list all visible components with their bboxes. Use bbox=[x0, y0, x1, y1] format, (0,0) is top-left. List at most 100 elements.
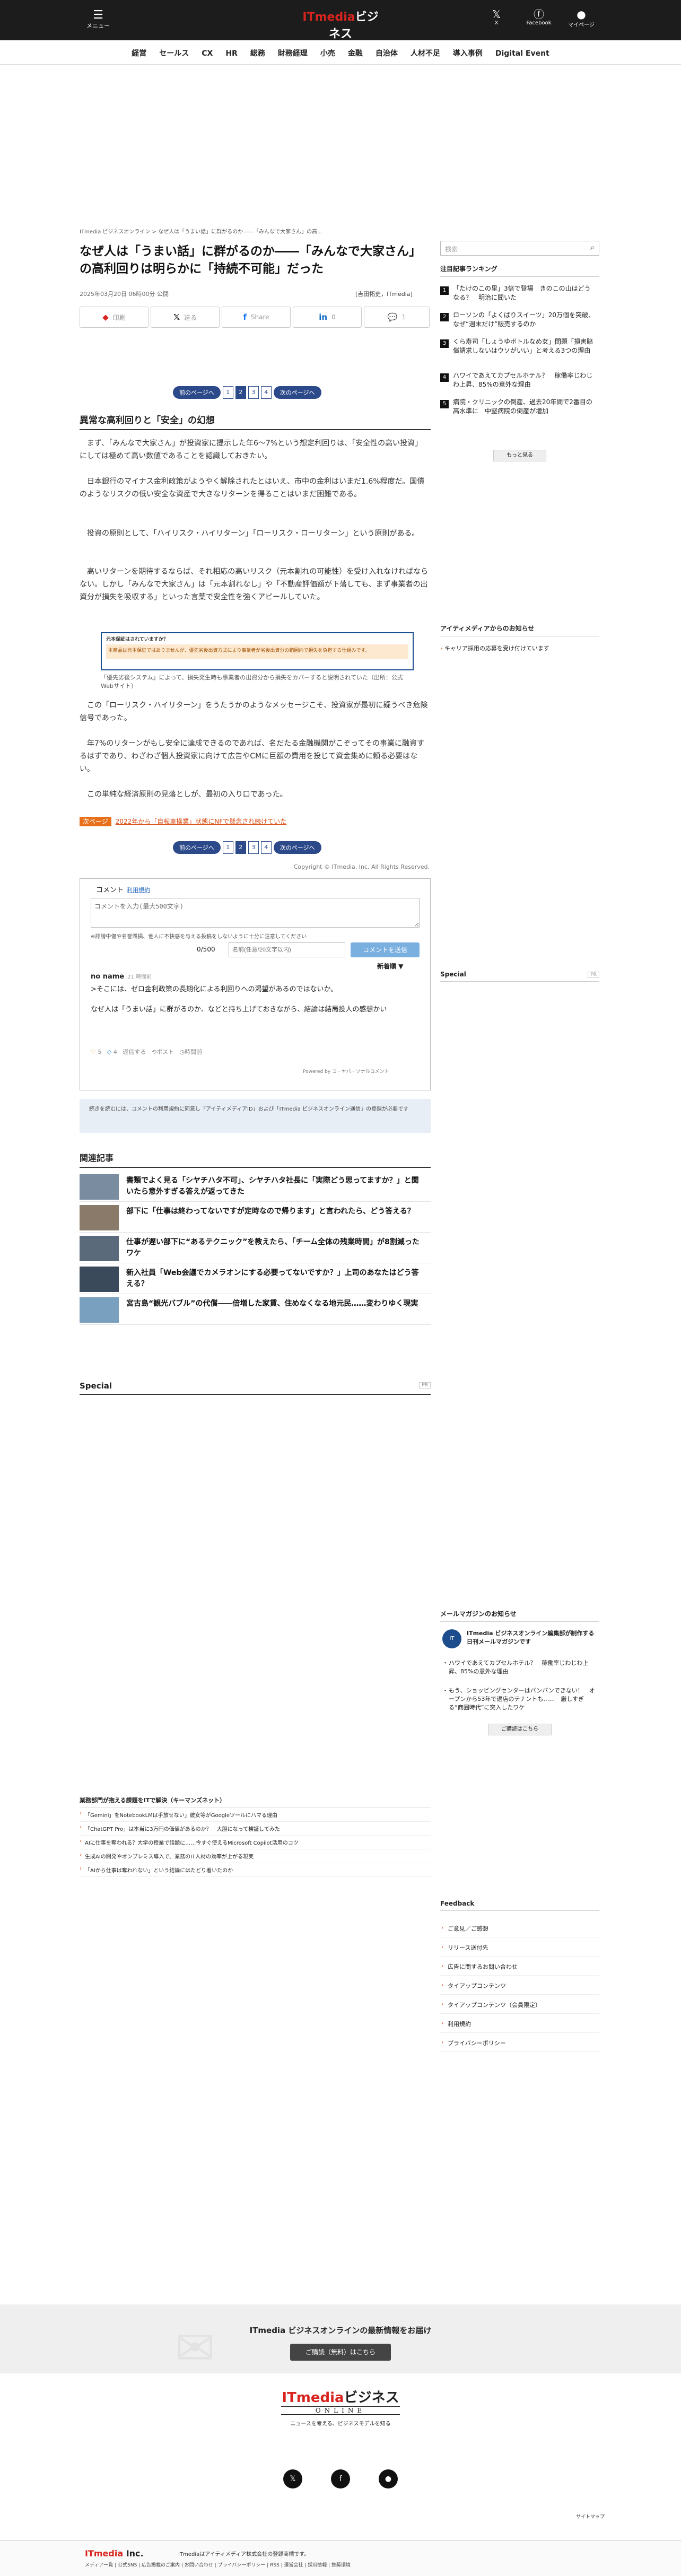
page-link[interactable]: 3 bbox=[248, 386, 259, 399]
feedback-link[interactable]: プライバシーポリシー bbox=[440, 2034, 599, 2052]
page-link-current[interactable]: 2 bbox=[235, 386, 246, 399]
paragraph: この単純な経済原則の見落としが、最初の入り口であった。 bbox=[87, 790, 287, 799]
nav-item[interactable]: HR bbox=[219, 42, 244, 65]
feedback-link[interactable]: ご意見／ご感想 bbox=[440, 1920, 599, 1937]
nav-item[interactable]: 小売 bbox=[314, 40, 342, 66]
facebook-link[interactable]: ⓕ Facebook bbox=[524, 8, 554, 26]
facebook-icon: ⓕ bbox=[534, 8, 544, 21]
x-link[interactable]: 𝕏 X bbox=[482, 8, 511, 26]
page-link[interactable]: 1 bbox=[222, 841, 233, 854]
mypage-link[interactable]: ● マイページ bbox=[566, 8, 596, 28]
next-page-button[interactable]: 次のページへ bbox=[273, 386, 321, 399]
related-title[interactable]: 仕事が遅い部下に“あるテクニック”を教えたら、「チーム全体の残業時間」が8割減っ… bbox=[126, 1237, 423, 1259]
prev-page-button[interactable]: 前のページへ bbox=[173, 841, 221, 854]
page-link[interactable]: 4 bbox=[260, 386, 272, 399]
newsletter-button[interactable]: ご購読（無料）はこちら bbox=[290, 2344, 391, 2361]
keymans-link[interactable]: 「Gemini」をNotebookLMは手放せない」彼女等がGoogleツールに… bbox=[80, 1808, 431, 1822]
sort-select[interactable]: 新着順 ▼ bbox=[377, 962, 403, 971]
related-title[interactable]: 宮古島“観光バブル”の代償――倍増した家賃、住めなくなる地元民……変わりゆく現実 bbox=[126, 1298, 423, 1309]
related-title[interactable]: 部下に「仕事は終わってないですが定時なので帰ります」と言われたら、どう答える？ bbox=[126, 1206, 423, 1217]
feedback-link[interactable]: タイアップコンテンツ（会員限定） bbox=[440, 1996, 599, 2014]
corp-links[interactable]: メディア一覧 | 公式SNS | 広告掲載のご案内 | お問い合わせ | プライ… bbox=[85, 2561, 351, 2568]
share-facebook-button[interactable]: f Share bbox=[222, 307, 291, 328]
terms-link[interactable]: 利用規約 bbox=[127, 887, 150, 894]
feedback-link[interactable]: 広告に関するお問い合わせ bbox=[440, 1958, 599, 1976]
nav-item[interactable]: CX bbox=[195, 42, 219, 65]
breadcrumb[interactable]: ITmedia ビジネスオンライン > なぜ人は「うまい話」に群がるのか――「み… bbox=[80, 227, 322, 235]
page-link-current[interactable]: 2 bbox=[235, 841, 246, 854]
ranking-item[interactable]: 2 ローソンの「よくばりスイーツ」20万個を突破、なぜ“週末だけ”販売するのか bbox=[440, 311, 599, 332]
related-title[interactable]: 書類でよく見る「シヤチハタ不可」、シヤチハタ社長に「実際どう思ってますか？」と聞… bbox=[126, 1175, 423, 1198]
mailmag-item[interactable]: もう、ショッピングセンターはバンバンできない！ オープンから53年で退店のテナン… bbox=[442, 1687, 597, 1712]
nav-item[interactable]: Digital Event bbox=[489, 42, 556, 65]
rank-title[interactable]: くら寿司「しょうゆボトルなめ女」問題「損害賠償請求しないはウソがいい」と考える3… bbox=[453, 337, 596, 355]
feedback-heading: Feedback bbox=[440, 1900, 599, 1911]
keymans-link[interactable]: 「ChatGPT Pro」は本当に3万円の価値があるのか？ 大胆になって検証して… bbox=[80, 1822, 431, 1836]
nav-item[interactable]: 財務経理 bbox=[272, 40, 314, 66]
page-link[interactable]: 3 bbox=[248, 841, 259, 854]
nav-item[interactable]: 人材不足 bbox=[404, 40, 447, 66]
rank-number: 3 bbox=[440, 339, 449, 348]
corp-logo[interactable]: ITmedia Inc. bbox=[85, 2548, 144, 2558]
ranking-item[interactable]: 1 「たけのこの里」3倍で登場 きのこの山はどうなる？ 明治に聞いた bbox=[440, 284, 599, 305]
related-item[interactable]: 新入社員「Web会議でカメラオンにする必要ってないですか？」上司のあなたはどう答… bbox=[80, 1264, 431, 1294]
share-comment-button[interactable]: 💬 1 bbox=[364, 307, 430, 328]
next-page-link[interactable]: 2022年から「自転車操業」状態にNFで懸念され続けていた bbox=[116, 818, 286, 825]
nav-item[interactable]: 自治体 bbox=[369, 40, 404, 66]
menu-button[interactable]: ☰ メニュー bbox=[85, 10, 111, 30]
feedback-link[interactable]: タイアップコンテンツ bbox=[440, 1977, 599, 1995]
related-item[interactable]: 仕事が遅い部下に“あるテクニック”を教えたら、「チーム全体の残業時間」が8割減っ… bbox=[80, 1234, 431, 1263]
feedback-link[interactable]: リリース送付先 bbox=[440, 1939, 599, 1957]
related-item[interactable]: 宮古島“観光バブル”の代償――倍増した家賃、住めなくなる地元民……変わりゆく現実 bbox=[80, 1295, 431, 1325]
like-icon[interactable]: ♡ bbox=[91, 1049, 96, 1055]
feedback-link[interactable]: 利用規約 bbox=[440, 2015, 599, 2033]
sitemap-link[interactable]: サイトマップ bbox=[576, 2513, 605, 2520]
thread-link[interactable]: 時間前 bbox=[185, 1049, 202, 1055]
nav-item[interactable]: 総務 bbox=[244, 40, 272, 66]
nav-item[interactable]: セールス bbox=[153, 40, 195, 66]
post-button[interactable]: ポスト bbox=[156, 1049, 174, 1055]
facebook-label: Facebook bbox=[526, 20, 552, 26]
keymans-link[interactable]: 生成AIの開発やオンプレミス導入で、業務のIT人材の効率が上がる現実 bbox=[80, 1849, 431, 1863]
notice-link[interactable]: キャリア採用の応募を受け付けています bbox=[440, 644, 599, 652]
rank-title[interactable]: ローソンの「よくばりスイーツ」20万個を突破、なぜ“週末だけ”販売するのか bbox=[453, 311, 596, 329]
user-icon[interactable]: ● bbox=[379, 2469, 398, 2488]
ranking-item[interactable]: 4 ハワイであえてカプセルホテル？ 稼働率じわじわ上昇、85%の意外な理由 bbox=[440, 371, 599, 392]
related-item[interactable]: 部下に「仕事は終わってないですが定時なので帰ります」と言われたら、どう答える？ bbox=[80, 1203, 431, 1233]
page-link[interactable]: 1 bbox=[222, 386, 233, 399]
related-title[interactable]: 新入社員「Web会議でカメラオンにする必要ってないですか？」上司のあなたはどう答… bbox=[126, 1268, 423, 1290]
ranking-item[interactable]: 3 くら寿司「しょうゆボトルなめ女」問題「損害賠償請求しないはウソがいい」と考える… bbox=[440, 337, 599, 359]
byline[interactable]: [吉田拓史，ITmedia] bbox=[355, 290, 413, 298]
related-item[interactable]: 書類でよく見る「シヤチハタ不可」、シヤチハタ社長に「実際どう思ってますか？」と聞… bbox=[80, 1172, 431, 1202]
rank-title[interactable]: ハワイであえてカプセルホテル？ 稼働率じわじわ上昇、85%の意外な理由 bbox=[453, 371, 596, 389]
search-icon[interactable]: ⌕ bbox=[590, 243, 595, 252]
comment-input[interactable] bbox=[91, 898, 420, 928]
reply-button[interactable]: 返信する bbox=[123, 1049, 146, 1055]
nav-item[interactable]: 導入事例 bbox=[447, 40, 489, 66]
agree-icon[interactable]: ◇ bbox=[107, 1049, 111, 1055]
page-link[interactable]: 4 bbox=[260, 841, 272, 854]
share-linkedin-button[interactable]: in 0 bbox=[293, 307, 362, 328]
footer-logo[interactable]: ITmediaビジネス ONLINE ニュースを考える、ビジネスモデルを知る bbox=[281, 2387, 400, 2427]
rank-title[interactable]: 「たけのこの里」3倍で登場 きのこの山はどうなる？ 明治に聞いた bbox=[453, 284, 596, 302]
facebook-icon[interactable]: f bbox=[331, 2469, 350, 2488]
mailmag-subscribe-button[interactable]: ご購読はこちら bbox=[488, 1724, 552, 1735]
share-print-button[interactable]: ◆ 印刷 bbox=[80, 307, 149, 328]
keymans-link[interactable]: AIに仕事を奪われる？大学の授業で話題に……今すぐ使えるMicrosoft Co… bbox=[80, 1836, 431, 1849]
special-heading: Special bbox=[440, 971, 466, 978]
ranking-item[interactable]: 5 病院・クリニックの倒産、過去20年間で2番目の高水準に 中堅病院の倒産が増加 bbox=[440, 398, 599, 419]
prev-page-button[interactable]: 前のページへ bbox=[173, 386, 221, 399]
site-logo[interactable]: ITmediaビジネス ONLINE bbox=[297, 7, 384, 48]
more-button[interactable]: もっと見る bbox=[493, 450, 546, 461]
mailmag-item[interactable]: ハワイであえてカプセルホテル？ 稼働率じわじわ上昇、85%の意外な理由 bbox=[442, 1659, 597, 1676]
next-page-button[interactable]: 次のページへ bbox=[273, 841, 321, 854]
rank-title[interactable]: 病院・クリニックの倒産、過去20年間で2番目の高水準に 中堅病院の倒産が増加 bbox=[453, 398, 596, 416]
keymans-link[interactable]: 「AIから仕事は奪われない」という結論にはたどり着いたのか bbox=[80, 1863, 431, 1877]
name-input[interactable] bbox=[229, 942, 345, 957]
submit-comment-button[interactable]: コメントを送信 bbox=[351, 942, 420, 957]
x-icon[interactable]: 𝕏 bbox=[283, 2469, 302, 2488]
nav-item[interactable]: 金融 bbox=[342, 40, 369, 66]
nav-item[interactable]: 経営 bbox=[125, 40, 153, 66]
search-box[interactable]: 検索 ⌕ bbox=[440, 241, 599, 256]
share-x-button[interactable]: 𝕏 送る bbox=[151, 307, 220, 328]
